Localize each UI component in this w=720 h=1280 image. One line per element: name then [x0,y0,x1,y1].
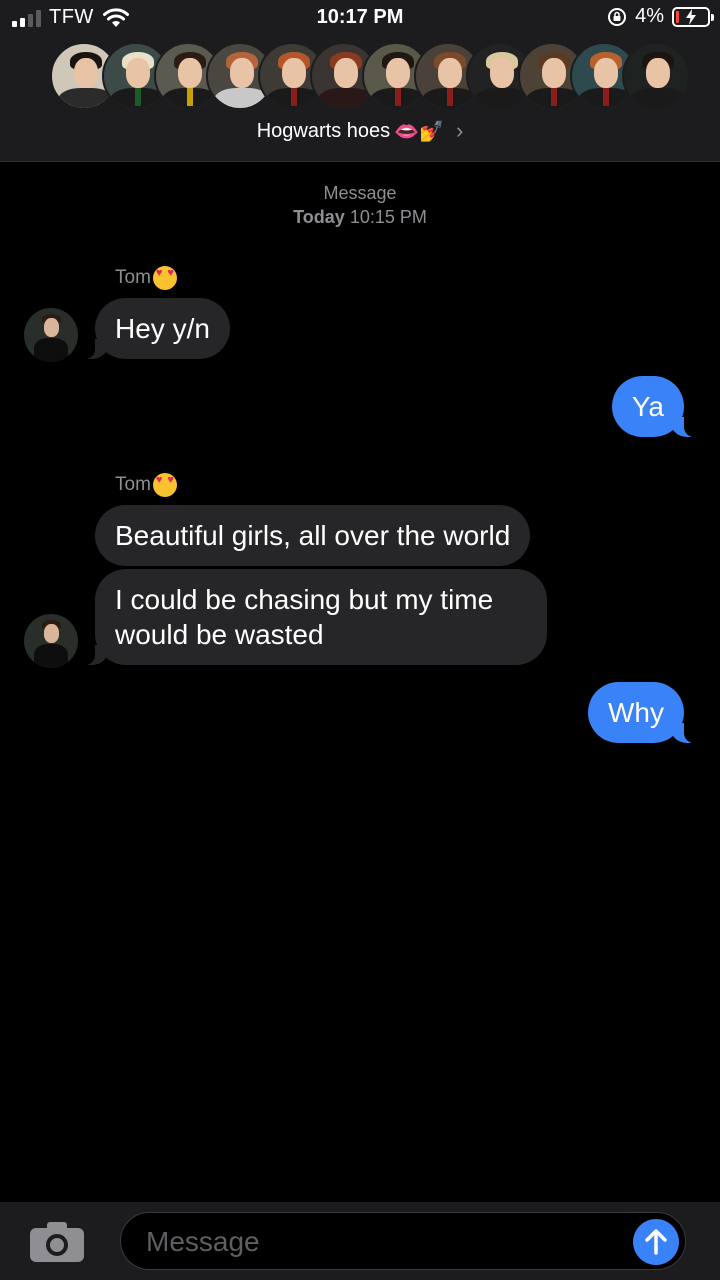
battery-icon [672,6,714,27]
heart-eyes-emoji [152,473,177,497]
message-placeholder: Message [146,1226,260,1257]
outgoing-message[interactable]: Why [588,682,698,743]
outgoing-message[interactable]: Ya [611,376,699,437]
battery-percent: 4% [635,5,664,27]
timestamp-day: Today [293,207,345,227]
group-avatars[interactable] [50,42,690,112]
camera-icon[interactable] [30,1220,84,1262]
send-arrow-icon [645,1229,667,1255]
status-bar: TFW 10:17 PM 4% [0,0,720,36]
heart-eyes-emoji [152,266,177,290]
conversation-header: TFW 10:17 PM 4% Hogwarts hoes 👄💅 › [0,0,720,162]
incoming-message[interactable]: I could be chasing but my time would be … [81,569,547,665]
timestamp-label: Message [323,183,397,203]
message-thread[interactable]: Message Today 10:15 PM Tom Hey y/n Ya To… [0,162,720,1202]
message-input[interactable]: Message [120,1212,686,1270]
sender-name: Tom [115,473,177,497]
avatar [622,42,690,110]
sender-name: Tom [115,266,177,290]
sender-avatar[interactable] [24,614,78,668]
timestamp: Today 10:15 PM [0,207,720,228]
send-button[interactable] [633,1219,679,1265]
timestamp-time: 10:15 PM [349,207,427,227]
group-name-label: Hogwarts hoes [256,119,391,142]
sender-avatar[interactable] [24,308,78,362]
sender-name-label: Tom [115,474,151,495]
composer-bar: Message [0,1202,720,1280]
rotation-lock-icon [608,7,627,26]
chevron-right-icon: › [455,118,464,143]
group-name-emojis: 👄💅 [394,120,444,143]
sender-name-label: Tom [115,267,151,288]
group-name[interactable]: Hogwarts hoes 👄💅 › [0,118,720,144]
incoming-message[interactable]: Hey y/n [81,298,230,359]
incoming-message[interactable]: Beautiful girls, all over the world [95,505,531,566]
